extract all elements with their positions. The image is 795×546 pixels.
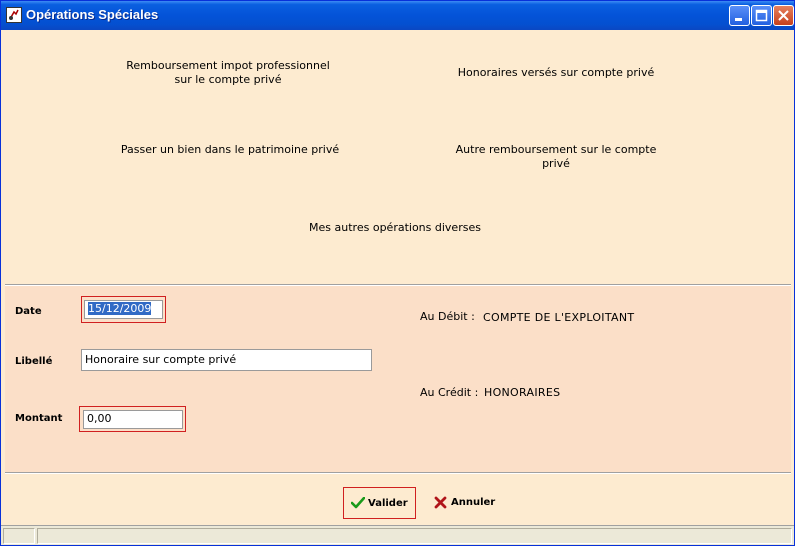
valider-label: Valider — [368, 498, 408, 509]
libelle-input[interactable]: Honoraire sur compte privé — [81, 349, 372, 371]
form-panel: Date 15/12/2009 Libellé Honoraire sur co… — [5, 286, 791, 472]
operations-panel: Remboursement impot professionnel sur le… — [5, 31, 791, 284]
cross-icon — [434, 496, 447, 509]
op-honoraires-verses[interactable]: Honoraires versés sur compte privé — [441, 66, 671, 80]
valider-button[interactable]: Valider — [343, 487, 416, 519]
minimize-button[interactable] — [729, 5, 750, 26]
op-autre-remboursement[interactable]: Autre remboursement sur le compte privé — [441, 143, 671, 171]
check-icon — [351, 497, 365, 509]
op-passer-bien-patrimoine[interactable]: Passer un bien dans le patrimoine privé — [115, 143, 345, 157]
debit-value: COMPTE DE L'EXPLOITANT — [483, 311, 635, 324]
op-remboursement-impot[interactable]: Remboursement impot professionnel sur le… — [123, 59, 333, 87]
window-title: Opérations Spéciales — [26, 7, 159, 22]
date-label: Date — [15, 306, 42, 317]
debit-label: Au Débit : — [420, 310, 475, 323]
dialog-window: Opérations Spéciales Remboursement impot… — [0, 0, 795, 546]
status-cell-left — [3, 528, 35, 544]
annuler-label: Annuler — [451, 497, 496, 508]
date-value: 15/12/2009 — [88, 302, 152, 315]
maximize-button[interactable] — [751, 5, 772, 26]
button-bar: Valider Annuler — [1, 479, 794, 525]
op-autres-operations-diverses[interactable]: Mes autres opérations diverses — [280, 221, 510, 235]
montant-field-focus: 0,00 — [79, 406, 186, 432]
title-bar[interactable]: Opérations Spéciales — [1, 1, 794, 30]
status-bar — [1, 525, 794, 545]
date-input[interactable]: 15/12/2009 — [84, 300, 163, 319]
close-button[interactable] — [773, 5, 794, 26]
date-field-focus: 15/12/2009 — [81, 296, 166, 323]
libelle-label: Libellé — [15, 356, 53, 367]
annuler-button[interactable]: Annuler — [427, 487, 507, 519]
montant-input[interactable]: 0,00 — [83, 410, 183, 429]
credit-label: Au Crédit : — [420, 386, 479, 399]
montant-label: Montant — [15, 413, 63, 424]
app-icon — [6, 7, 22, 23]
credit-value: HONORAIRES — [484, 386, 561, 399]
divider-bottom — [5, 472, 791, 474]
status-cell-main — [37, 528, 792, 544]
